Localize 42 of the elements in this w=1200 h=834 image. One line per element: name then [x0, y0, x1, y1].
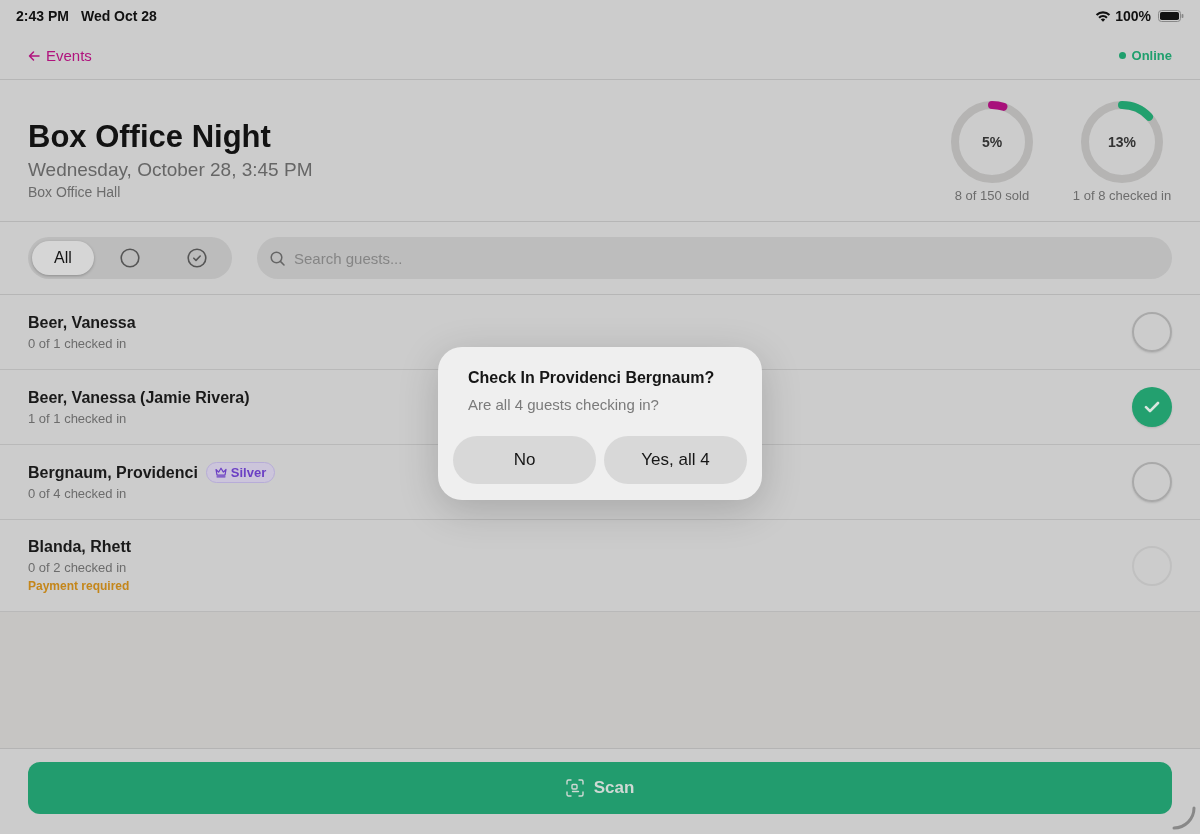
checkin-count: 0 of 4 checked in — [28, 485, 128, 502]
empty-circle-icon — [120, 248, 140, 268]
checkin-count: 0 of 1 checked in — [28, 334, 128, 352]
connection-status: Online — [1131, 48, 1172, 63]
cancel-button[interactable]: No — [453, 436, 596, 484]
filter-tab[interactable]: All — [32, 241, 94, 275]
checkin-toggle[interactable] — [1132, 387, 1172, 427]
crown-icon — [214, 467, 227, 478]
battery-percent: 100% — [1115, 8, 1151, 24]
back-link[interactable]: Events — [28, 47, 92, 64]
checkmark-icon — [1144, 401, 1160, 413]
guest-name: Beer, Vanessa (Jamie Rivera) — [28, 387, 250, 408]
scan-icon — [565, 779, 584, 797]
search-field[interactable]: Search guests... — [257, 237, 1172, 279]
battery-icon — [1158, 10, 1184, 22]
checkin-count: 0 of 2 checked in — [28, 559, 128, 576]
event-date: Wednesday, October 28, 3:45 PM — [28, 158, 313, 182]
status-dot-icon — [1118, 52, 1126, 59]
stat-caption: 1 of 8 checked in — [1072, 188, 1172, 204]
checkin-count: 1 of 1 checked in — [28, 409, 128, 427]
confirm-button[interactable]: Yes, all 4 — [604, 436, 747, 484]
guest-name: Bergnaum, Providenci — [28, 462, 198, 483]
event-venue: Box Office Hall — [28, 183, 122, 201]
status-date: Wed Oct 28 — [80, 8, 157, 24]
wifi-icon — [1095, 10, 1112, 22]
dialog-title: Check In Providenci Bergnaum? — [467, 368, 716, 388]
status-time: 2:43 PM — [16, 8, 69, 24]
percent-label: 5% — [981, 134, 1003, 150]
checkin-toggle[interactable] — [1132, 462, 1172, 502]
event-title: Box Office Night — [28, 120, 272, 154]
guest-name: Blanda, Rhett — [28, 537, 132, 557]
check-circle-icon — [187, 248, 207, 268]
tier-label: Silver — [230, 465, 267, 480]
arrow-left-icon — [28, 49, 40, 62]
payment-warning: Payment required — [28, 578, 131, 594]
stat-caption: 8 of 150 sold — [954, 188, 1030, 204]
corner-arc-icon — [1172, 806, 1196, 830]
search-icon — [270, 251, 285, 266]
guest-name: Beer, Vanessa — [28, 312, 136, 333]
dialog-message: Are all 4 guests checking in? — [467, 395, 660, 415]
percent-label: 13% — [1108, 134, 1136, 150]
checkin-toggle[interactable] — [1132, 312, 1172, 352]
